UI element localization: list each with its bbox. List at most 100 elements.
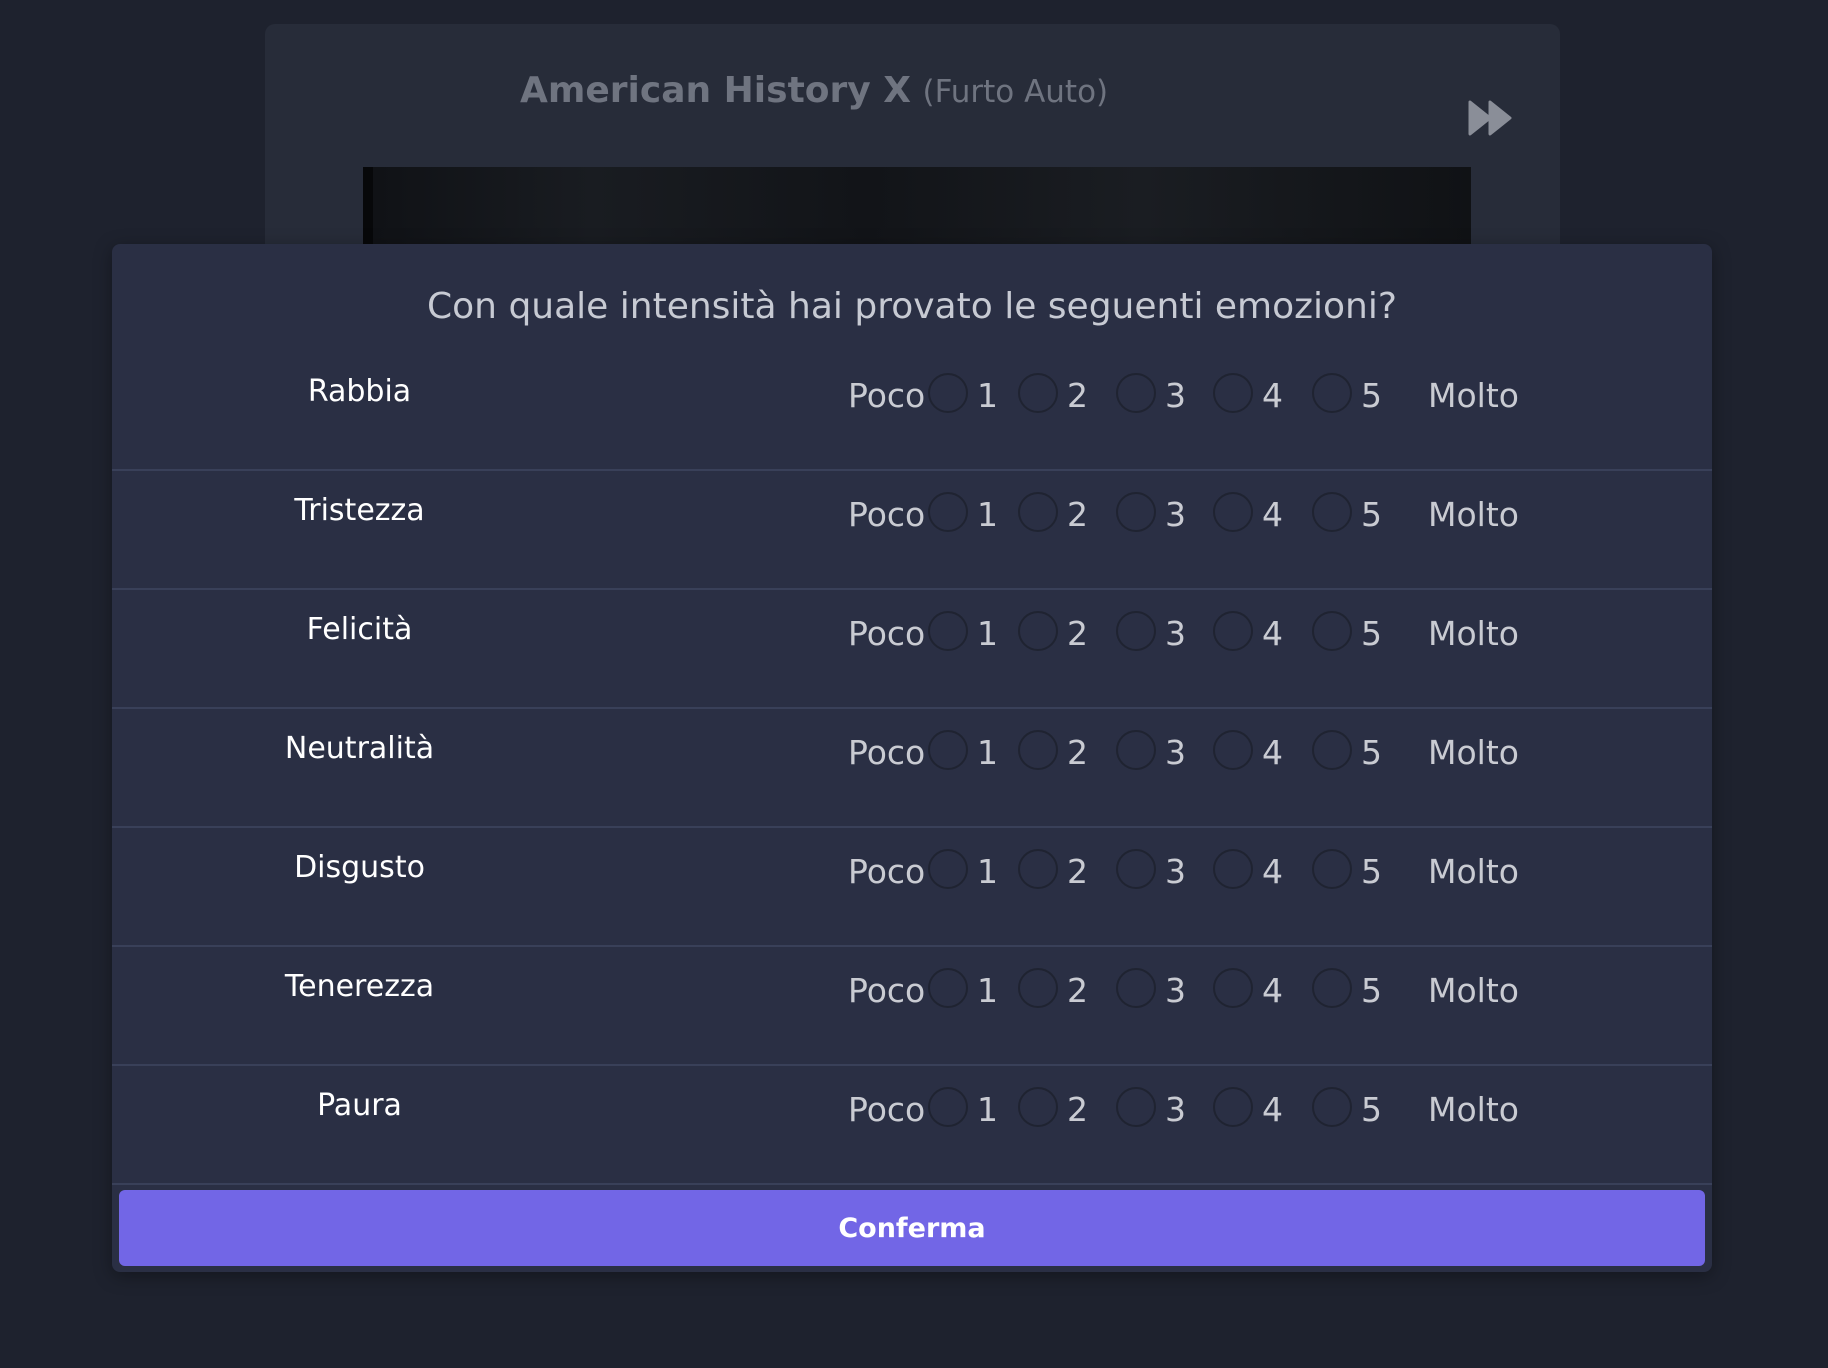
- option-number: 5: [1361, 376, 1382, 415]
- scale-low-label: Poco: [848, 852, 926, 891]
- option-number: 4: [1262, 376, 1283, 415]
- option-number: 5: [1361, 614, 1382, 653]
- radio-button[interactable]: [1312, 492, 1352, 532]
- emotion-row: Disgusto Poco 1 2 3 4 5 Molto: [112, 828, 1712, 947]
- radio-button[interactable]: [1312, 730, 1352, 770]
- radio-button[interactable]: [1018, 1087, 1058, 1127]
- radio-button[interactable]: [1116, 611, 1156, 651]
- radio-button[interactable]: [1116, 1087, 1156, 1127]
- radio-button[interactable]: [1213, 611, 1253, 651]
- scale-low-label: Poco: [848, 614, 926, 653]
- option-number: 5: [1361, 733, 1382, 772]
- option-number: 3: [1165, 495, 1186, 534]
- option-number: 1: [977, 1090, 998, 1129]
- radio-button[interactable]: [928, 373, 968, 413]
- intensity-scale: Poco 1 2 3 4 5 Molto: [848, 848, 1648, 896]
- scale-high-label: Molto: [1428, 614, 1519, 653]
- radio-button[interactable]: [1312, 849, 1352, 889]
- scale-high-label: Molto: [1428, 376, 1519, 415]
- emotion-row: Tenerezza Poco 1 2 3 4 5 Molto: [112, 947, 1712, 1066]
- intensity-scale: Poco 1 2 3 4 5 Molto: [848, 1086, 1648, 1134]
- emotion-survey-modal: Con quale intensità hai provato le segue…: [112, 244, 1712, 1272]
- scale-high-label: Molto: [1428, 971, 1519, 1010]
- radio-button[interactable]: [1116, 968, 1156, 1008]
- radio-button[interactable]: [1213, 492, 1253, 532]
- radio-button[interactable]: [1116, 492, 1156, 532]
- option-number: 1: [977, 614, 998, 653]
- scale-high-label: Molto: [1428, 733, 1519, 772]
- radio-button[interactable]: [1213, 968, 1253, 1008]
- scale-low-label: Poco: [848, 971, 926, 1010]
- option-number: 4: [1262, 852, 1283, 891]
- radio-button[interactable]: [928, 1087, 968, 1127]
- option-number: 3: [1165, 971, 1186, 1010]
- option-number: 1: [977, 376, 998, 415]
- option-number: 1: [977, 733, 998, 772]
- emotion-row: Tristezza Poco 1 2 3 4 5 Molto: [112, 471, 1712, 590]
- radio-button[interactable]: [928, 968, 968, 1008]
- option-number: 4: [1262, 733, 1283, 772]
- scale-low-label: Poco: [848, 376, 926, 415]
- scale-low-label: Poco: [848, 495, 926, 534]
- radio-button[interactable]: [1213, 730, 1253, 770]
- option-number: 2: [1067, 733, 1088, 772]
- scale-high-label: Molto: [1428, 1090, 1519, 1129]
- option-number: 4: [1262, 971, 1283, 1010]
- radio-button[interactable]: [1213, 373, 1253, 413]
- video-title-main: American History X: [520, 70, 912, 111]
- emotion-row: Felicità Poco 1 2 3 4 5 Molto: [112, 590, 1712, 709]
- option-number: 3: [1165, 614, 1186, 653]
- option-number: 3: [1165, 1090, 1186, 1129]
- intensity-scale: Poco 1 2 3 4 5 Molto: [848, 372, 1648, 420]
- radio-button[interactable]: [1116, 730, 1156, 770]
- option-number: 4: [1262, 495, 1283, 534]
- radio-button[interactable]: [928, 730, 968, 770]
- intensity-scale: Poco 1 2 3 4 5 Molto: [848, 967, 1648, 1015]
- emotion-row: Paura Poco 1 2 3 4 5 Molto: [112, 1066, 1712, 1185]
- survey-question: Con quale intensità hai provato le segue…: [427, 286, 1397, 327]
- option-number: 5: [1361, 495, 1382, 534]
- radio-button[interactable]: [1018, 730, 1058, 770]
- option-number: 1: [977, 852, 998, 891]
- radio-button[interactable]: [1116, 849, 1156, 889]
- radio-button[interactable]: [1213, 849, 1253, 889]
- radio-button[interactable]: [1018, 968, 1058, 1008]
- option-number: 2: [1067, 614, 1088, 653]
- radio-button[interactable]: [1213, 1087, 1253, 1127]
- emotion-label: Paura: [317, 1088, 402, 1123]
- intensity-scale: Poco 1 2 3 4 5 Molto: [848, 610, 1648, 658]
- intensity-scale: Poco 1 2 3 4 5 Molto: [848, 491, 1648, 539]
- confirm-button[interactable]: Conferma: [119, 1190, 1705, 1266]
- radio-button[interactable]: [1018, 611, 1058, 651]
- radio-button[interactable]: [1018, 373, 1058, 413]
- radio-button[interactable]: [1018, 492, 1058, 532]
- radio-button[interactable]: [928, 492, 968, 532]
- emotion-row: Neutralità Poco 1 2 3 4 5 Molto: [112, 709, 1712, 828]
- option-number: 4: [1262, 1090, 1283, 1129]
- skip-button[interactable]: [1468, 100, 1512, 136]
- fast-forward-icon: [1468, 100, 1512, 136]
- radio-button[interactable]: [1018, 849, 1058, 889]
- scale-high-label: Molto: [1428, 495, 1519, 534]
- emotion-rows: Rabbia Poco 1 2 3 4 5 Molto Tristezza Poco 1 2 3 4 5 Mo…: [112, 352, 1712, 1185]
- video-title-subtitle: (Furto Auto): [922, 74, 1109, 110]
- radio-button[interactable]: [1312, 373, 1352, 413]
- intensity-scale: Poco 1 2 3 4 5 Molto: [848, 729, 1648, 777]
- radio-button[interactable]: [928, 849, 968, 889]
- option-number: 4: [1262, 614, 1283, 653]
- radio-button[interactable]: [1312, 968, 1352, 1008]
- emotion-label: Tenerezza: [284, 969, 435, 1004]
- option-number: 3: [1165, 376, 1186, 415]
- radio-button[interactable]: [1116, 373, 1156, 413]
- radio-button[interactable]: [1312, 1087, 1352, 1127]
- emotion-label: Disgusto: [294, 850, 425, 885]
- emotion-label: Tristezza: [294, 493, 425, 528]
- radio-button[interactable]: [928, 611, 968, 651]
- option-number: 2: [1067, 971, 1088, 1010]
- option-number: 5: [1361, 971, 1382, 1010]
- option-number: 5: [1361, 852, 1382, 891]
- emotion-label: Felicità: [306, 612, 413, 647]
- radio-button[interactable]: [1312, 611, 1352, 651]
- emotion-row: Rabbia Poco 1 2 3 4 5 Molto: [112, 352, 1712, 471]
- option-number: 3: [1165, 852, 1186, 891]
